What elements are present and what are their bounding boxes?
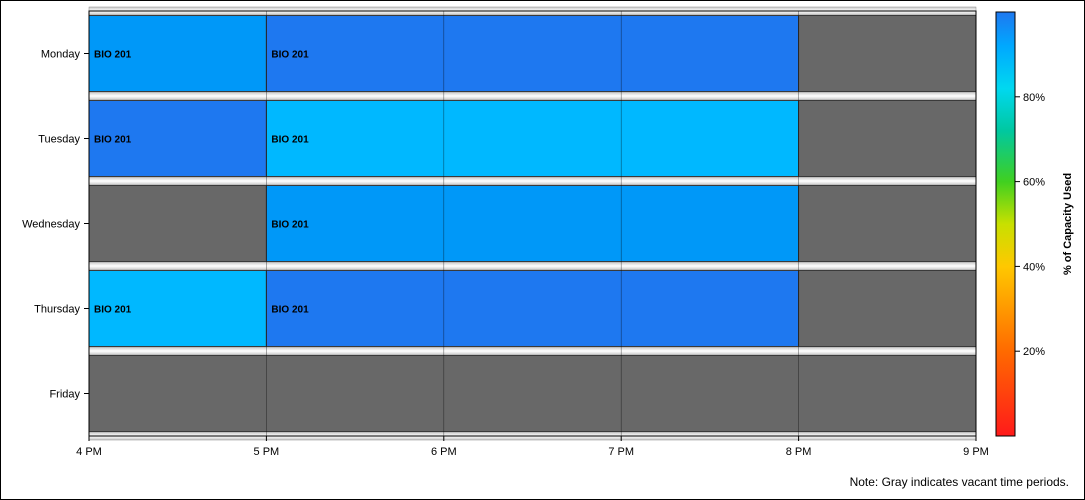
x-tick-label: 8 PM [786, 446, 812, 458]
block-label: BIO 201 [271, 50, 309, 61]
class-block [265, 185, 800, 262]
row-separator [88, 346, 977, 356]
vacant-block [798, 185, 977, 262]
vacant-block [798, 100, 977, 177]
x-tick-label: 7 PM [608, 446, 634, 458]
y-tick-label: Tuesday [38, 134, 80, 146]
y-tick-label: Thursday [34, 304, 80, 316]
block-label: BIO 201 [271, 135, 309, 146]
row-separator [88, 261, 977, 271]
block-label: BIO 201 [271, 220, 309, 231]
legend-title: % of Capacity Used [1062, 173, 1074, 275]
class-block [265, 270, 800, 347]
vacant-block [798, 15, 977, 92]
block-label: BIO 201 [94, 50, 132, 61]
legend-tick-label: 60% [1023, 177, 1045, 189]
legend-colorbar [995, 11, 1016, 437]
x-tick-label: 5 PM [254, 446, 280, 458]
block-label: BIO 201 [271, 305, 309, 316]
schedule-chart: BIO 201 BIO 201 BIO 201 BIO 201 BIO 201 BIO 2… [22, 6, 1074, 458]
row-separator [88, 91, 977, 101]
block-label: BIO 201 [94, 305, 132, 316]
chart-frame: BIO 201 BIO 201 BIO 201 BIO 201 BIO 201 BIO 2… [0, 0, 1085, 500]
y-tick-label: Wednesday [22, 219, 80, 231]
chart-note: Note: Gray indicates vacant time periods… [849, 475, 1069, 489]
legend-tick-label: 80% [1023, 92, 1045, 104]
color-legend: 20% 40% 60% 80% % of Capacity Used [995, 11, 1074, 437]
legend-tick-label: 20% [1023, 346, 1045, 358]
class-block [265, 100, 800, 177]
x-tick-label: 4 PM [76, 446, 102, 458]
plot-area: BIO 201 BIO 201 BIO 201 BIO 201 BIO 201 BIO 2… [22, 6, 989, 458]
block-label: BIO 201 [94, 135, 132, 146]
row-separator [88, 176, 977, 186]
vacant-block [798, 270, 977, 347]
class-block [265, 15, 800, 92]
x-tick-label: 6 PM [431, 446, 457, 458]
vacant-block [88, 185, 267, 262]
vacant-block [88, 355, 977, 432]
y-tick-label: Friday [49, 389, 80, 401]
y-tick-label: Monday [41, 49, 81, 61]
legend-tick-label: 40% [1023, 261, 1045, 273]
x-tick-label: 9 PM [963, 446, 989, 458]
